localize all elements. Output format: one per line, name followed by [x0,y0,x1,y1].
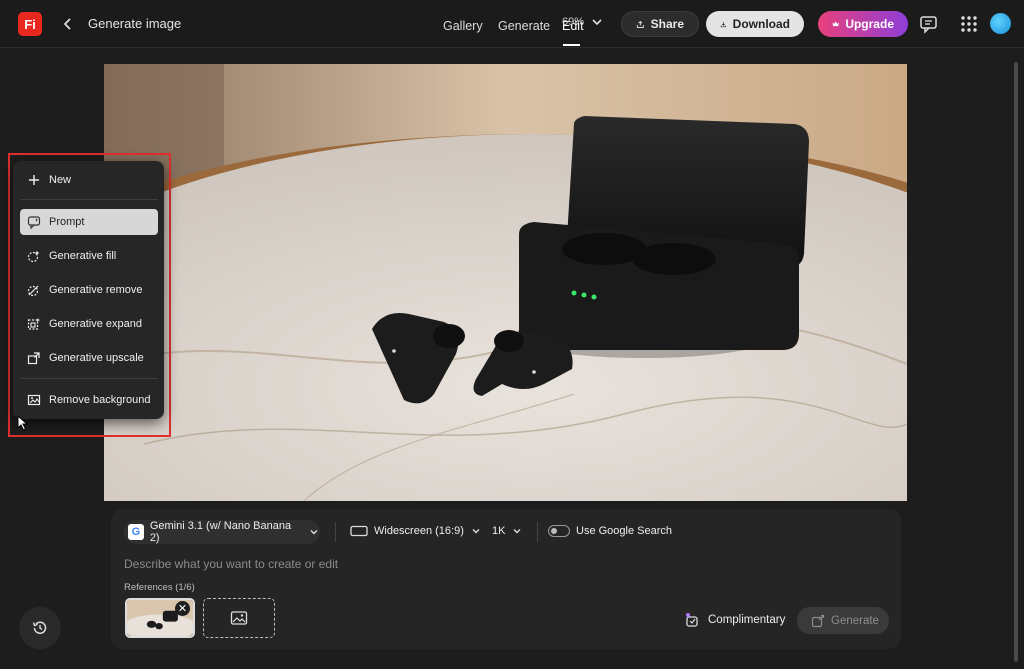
menu-item-generative-fill[interactable]: Generative fill [20,243,158,269]
canvas-image[interactable] [104,64,907,501]
share-icon [636,20,644,28]
top-bar: Fi Generate image Gallery Generate Edit … [0,0,1024,48]
references-label: References (1/6) [124,582,195,593]
divider [537,522,538,542]
menu-item-label: Prompt [49,216,85,228]
history-button[interactable] [19,607,61,649]
app-logo[interactable]: Fi [18,12,42,36]
generative-upscale-icon [27,352,40,365]
share-label: Share [650,17,684,31]
tools-menu: New Prompt Generative fill Generative re… [13,161,164,419]
credits-indicator: Complimentary [684,612,785,628]
prompt-input[interactable] [124,555,724,573]
resolution-select[interactable]: 1K [492,525,523,537]
download-label: Download [732,17,790,31]
app-window: Fi Generate image Gallery Generate Edit … [0,0,1024,669]
page-title: Generate image [88,16,182,31]
google-search-toggle[interactable]: Use Google Search [548,525,672,537]
chevron-down-icon [472,529,480,534]
plus-icon [29,175,39,185]
menu-item-label: Generative fill [49,250,117,262]
menu-item-label: New [49,174,72,186]
feedback-icon[interactable] [918,13,940,35]
upgrade-button[interactable]: Upgrade [818,11,908,37]
scrollbar[interactable] [1014,50,1018,662]
remove-background-icon [27,394,41,406]
nav-gallery[interactable]: Gallery [443,19,483,33]
menu-item-new[interactable]: New [20,167,158,193]
divider [335,522,336,542]
share-button[interactable]: Share [621,11,699,37]
history-icon [32,621,47,634]
generate-button[interactable]: Generate [797,607,889,634]
menu-item-label: Generative upscale [49,352,144,364]
active-tab-indicator [563,44,580,46]
google-search-label: Use Google Search [576,525,672,537]
resolution-label: 1K [492,525,506,537]
zoom-level[interactable]: 69% [562,16,584,28]
mouse-cursor-icon [17,415,29,431]
generative-remove-icon [27,285,39,297]
menu-item-generative-remove[interactable]: Generative remove [20,277,158,303]
generate-label: Generate [831,614,879,627]
toggle-switch[interactable] [548,525,570,537]
generative-expand-icon [27,318,40,330]
crown-icon [832,21,839,27]
prompt-icon [27,216,41,229]
menu-divider [20,199,158,200]
download-icon [720,21,726,27]
nav-generate[interactable]: Generate [498,19,550,33]
menu-item-label: Generative remove [49,284,143,296]
chevron-down-icon[interactable] [590,15,604,29]
aspect-ratio-select[interactable]: Widescreen (16:9) [350,525,482,537]
chevron-down-icon [310,530,318,535]
credits-icon [686,613,698,627]
avatar[interactable] [990,13,1011,34]
scrollbar-thumb[interactable] [1014,62,1018,662]
menu-item-generative-upscale[interactable]: Generative upscale [20,345,158,371]
download-button[interactable]: Download [706,11,804,37]
chevron-down-icon [513,529,521,534]
generate-icon [811,614,825,627]
prompt-panel: G Gemini 3.1 (w/ Nano Banana 2) Widescre… [111,509,901,649]
widescreen-icon [350,525,368,537]
generative-fill-icon [27,250,40,263]
menu-item-generative-expand[interactable]: Generative expand [20,311,158,337]
model-select[interactable]: G Gemini 3.1 (w/ Nano Banana 2) [124,520,320,544]
image-icon [230,611,248,625]
upgrade-label: Upgrade [845,17,894,31]
menu-item-remove-background[interactable]: Remove background [20,387,158,413]
menu-item-prompt[interactable]: Prompt [20,209,158,235]
google-icon: G [128,524,144,540]
credits-label: Complimentary [708,614,786,626]
menu-divider [20,378,158,379]
menu-item-label: Remove background [49,394,151,406]
add-reference-button[interactable] [203,598,275,638]
model-label: Gemini 3.1 (w/ Nano Banana 2) [149,520,292,544]
menu-item-label: Generative expand [49,318,142,330]
aspect-label: Widescreen (16:9) [374,525,464,537]
apps-grid-icon[interactable] [958,13,980,35]
chevron-left-icon[interactable] [60,14,76,34]
remove-reference-icon[interactable]: ✕ [175,601,190,616]
